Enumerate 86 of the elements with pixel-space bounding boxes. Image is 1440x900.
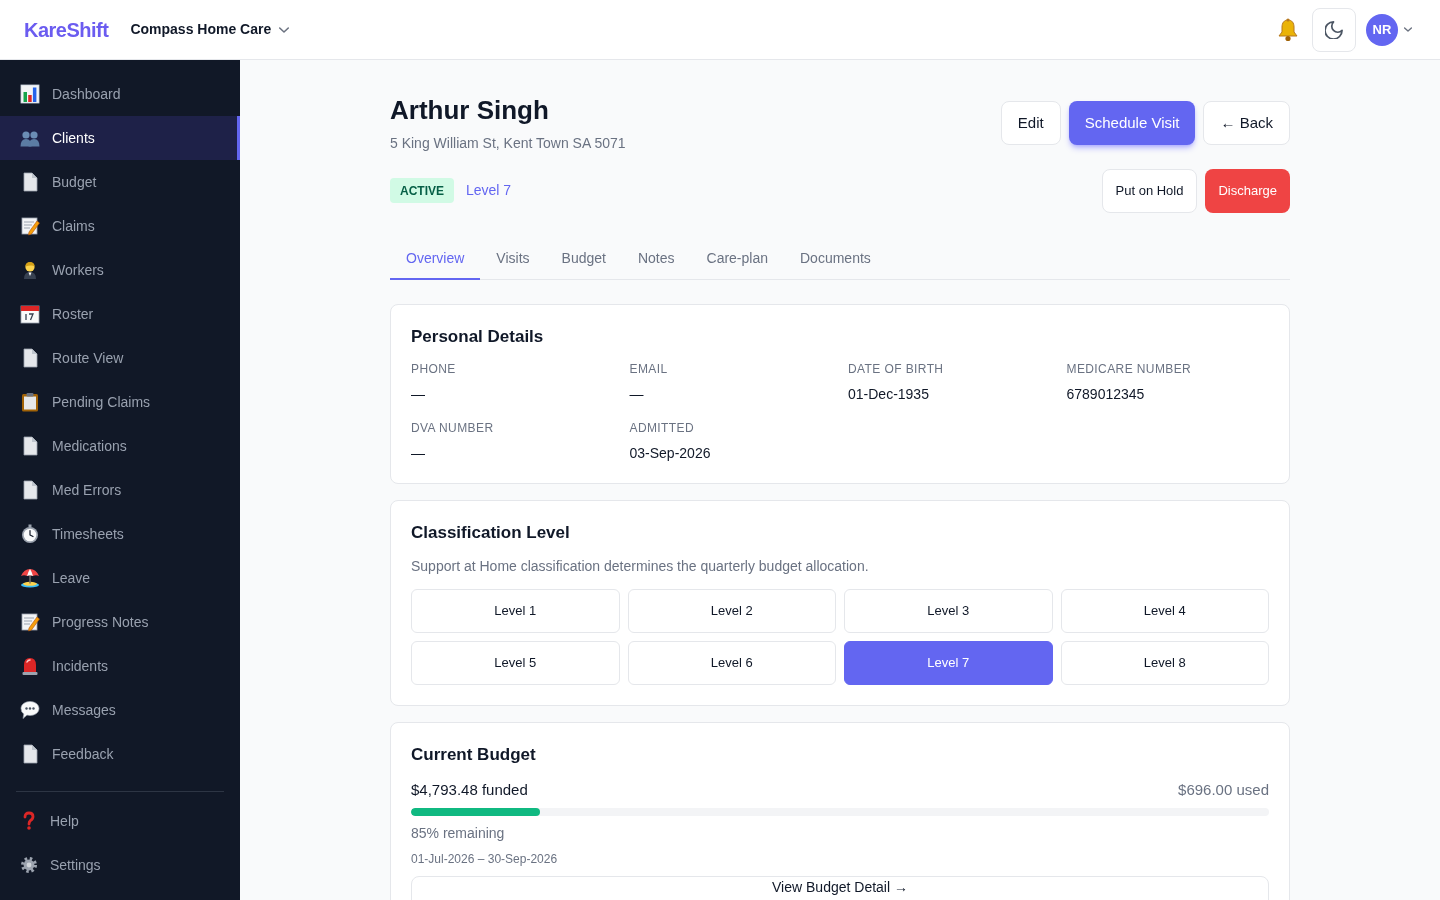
put-on-hold-button[interactable]: Put on Hold	[1101, 169, 1198, 213]
card-title: Current Budget	[411, 744, 537, 766]
document-icon	[20, 480, 40, 500]
sidebar-item[interactable]: Progress Notes	[0, 600, 240, 644]
sidebar-item[interactable]: Roster	[0, 292, 240, 336]
document-icon	[20, 436, 40, 456]
sidebar-item[interactable]: Feedback	[0, 732, 240, 776]
sidebar-item[interactable]: Timesheets	[0, 512, 240, 556]
sidebar-item[interactable]: Incidents	[0, 644, 240, 688]
level-option[interactable]: Level 7	[844, 641, 1053, 685]
client-name: Arthur Singh	[390, 94, 550, 126]
sidebar-item[interactable]: Settings	[0, 843, 240, 887]
sidebar-item[interactable]: Help	[0, 799, 240, 843]
level-option[interactable]: Level 2	[627, 589, 836, 633]
sidebar-item[interactable]: Medications	[0, 424, 240, 468]
level-option[interactable]: Level 3	[844, 589, 1053, 633]
theme-toggle-button[interactable]	[1312, 7, 1356, 52]
siren-icon	[20, 656, 40, 676]
level-option[interactable]: Level 6	[627, 641, 836, 685]
calendar-icon	[20, 304, 40, 324]
document-icon	[20, 744, 40, 764]
chevron-down-icon	[279, 26, 290, 33]
card-description: Support at Home classification determines the quarterly budget allocation.	[411, 557, 870, 576]
tab[interactable]: Documents	[784, 237, 887, 280]
field-label: DATE OF BIRTH	[848, 361, 945, 377]
settings-gear-icon	[20, 855, 38, 875]
field-value: —	[629, 385, 645, 404]
sidebar-item[interactable]: Claims	[0, 204, 240, 248]
field-value: 01-Dec-1935	[848, 385, 930, 404]
remaining-text: 85% remaining	[411, 824, 506, 843]
tab[interactable]: Budget	[545, 237, 622, 280]
bar-chart-icon	[20, 84, 40, 104]
tab[interactable]: Overview	[390, 237, 481, 280]
beach-umbrella-icon	[20, 568, 40, 588]
level-option[interactable]: Level 1	[411, 589, 620, 633]
sidebar-item[interactable]: Leave	[0, 556, 240, 600]
sidebar-item[interactable]: Messages	[0, 688, 240, 732]
field-label: ADMITTED	[629, 420, 696, 436]
edit-button[interactable]: Edit	[1000, 101, 1061, 145]
sidebar-item[interactable]: Workers	[0, 248, 240, 292]
view-budget-detail-button[interactable]: View Budget Detail →	[411, 876, 1269, 900]
people-icon	[20, 128, 40, 148]
sidebar-item[interactable]: Dashboard	[0, 72, 240, 116]
sidebar-item[interactable]: Med Errors	[0, 468, 240, 512]
sidebar-item[interactable]: Route View	[0, 336, 240, 380]
field-value: —	[411, 444, 426, 463]
document-icon	[20, 348, 40, 368]
bell-icon[interactable]	[1277, 17, 1299, 42]
card-title: Classification Level	[411, 522, 571, 544]
stopwatch-icon	[20, 524, 40, 544]
speech-bubble-icon	[20, 700, 40, 720]
field-label: DVA NUMBER	[411, 420, 495, 436]
tab[interactable]: Notes	[621, 237, 691, 280]
organization-switcher[interactable]: Compass Home Care	[130, 19, 290, 40]
level-option[interactable]: Level 8	[1060, 641, 1269, 685]
memo-icon	[20, 216, 40, 236]
status-badge: ACTIVE	[390, 178, 454, 203]
level-option[interactable]: Level 5	[411, 641, 620, 685]
budget-period: 01-Jul-2026 – 30-Sep-2026	[411, 851, 559, 867]
field-value: 6789012345	[1066, 385, 1146, 404]
memo-icon	[20, 612, 40, 632]
sidebar-item[interactable]: Pending Claims	[0, 380, 240, 424]
document-icon	[20, 172, 40, 192]
used-amount: $696.00 used	[1178, 780, 1269, 800]
avatar[interactable]: NR	[1366, 13, 1398, 46]
schedule-visit-button[interactable]: Schedule Visit	[1068, 101, 1196, 145]
chevron-down-icon[interactable]	[1404, 27, 1412, 32]
logo[interactable]: KareShift	[24, 14, 109, 45]
card-title: Personal Details	[411, 326, 545, 348]
back-button[interactable]: ← Back	[1203, 101, 1290, 145]
sidebar-item[interactable]: Budget	[0, 160, 240, 204]
field-value: —	[411, 385, 426, 404]
field-value: 03-Sep-2026	[629, 444, 712, 463]
moon-icon	[1325, 20, 1343, 39]
field-label: MEDICARE NUMBER	[1066, 361, 1193, 377]
field-label: EMAIL	[629, 361, 669, 377]
tab[interactable]: Care-plan	[690, 237, 784, 280]
level-option[interactable]: Level 4	[1060, 589, 1269, 633]
discharge-button[interactable]: Discharge	[1205, 169, 1290, 213]
clipboard-icon	[20, 392, 40, 412]
sidebar-item[interactable]: Clients	[0, 116, 240, 160]
client-address: 5 King William St, Kent Town SA 5071	[390, 134, 626, 153]
level-label: Level 7	[466, 181, 512, 200]
funded-amount: $4,793.48 funded	[411, 780, 528, 800]
field-label: PHONE	[411, 361, 457, 377]
tab[interactable]: Visits	[480, 237, 546, 280]
